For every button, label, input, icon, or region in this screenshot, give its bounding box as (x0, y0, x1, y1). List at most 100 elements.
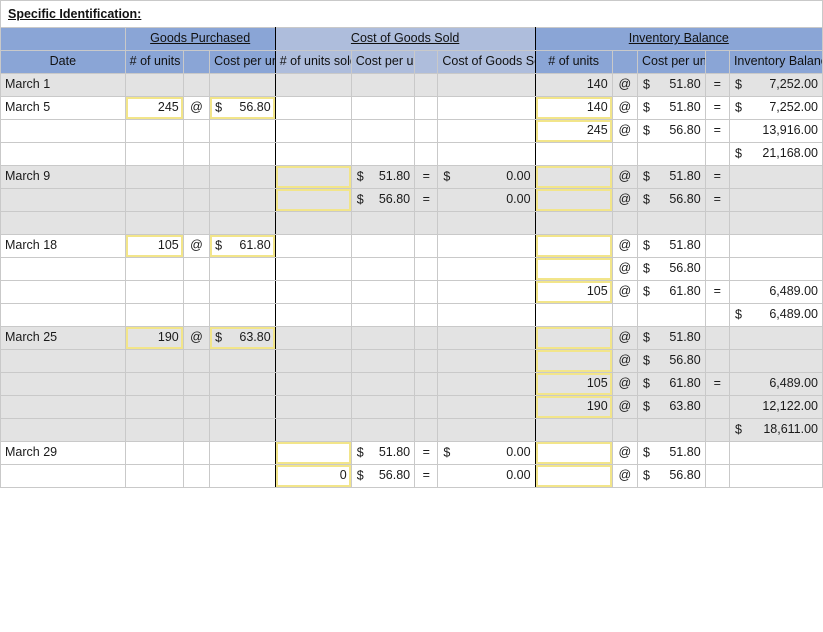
inventory-table: Goods Purchased Cost of Goods Sold Inven… (0, 27, 823, 488)
cell-ib-units[interactable] (534, 257, 613, 281)
cell-gp-cost[interactable] (209, 464, 276, 488)
cell-gp-units[interactable] (124, 280, 184, 304)
cell-cs-units[interactable] (274, 395, 352, 419)
cell-cs-units[interactable] (274, 234, 352, 258)
cell-cs-units[interactable] (274, 280, 352, 304)
cell-gp-cost[interactable] (209, 372, 276, 396)
cell-cs-total (437, 395, 536, 419)
cell-gp-cost[interactable] (209, 303, 276, 327)
cell-cs-eq (414, 349, 439, 373)
cell-cs-units[interactable] (274, 165, 352, 189)
cell-ib-eq (704, 257, 730, 281)
cell-gp-cost[interactable] (209, 73, 276, 97)
cell-gp-units[interactable] (124, 418, 184, 442)
cell-gp-cost[interactable] (209, 395, 276, 419)
cell-ib-units[interactable] (534, 165, 613, 189)
cell-ib-at: @ (611, 119, 639, 143)
cell-gp-cost[interactable] (209, 257, 276, 281)
cell-ib-units[interactable] (534, 211, 613, 235)
cell-ib-units[interactable] (534, 418, 613, 442)
cell-cs-eq (414, 142, 439, 166)
cell-date (0, 142, 126, 166)
cell-cs-units[interactable] (274, 349, 352, 373)
cell-date: March 5 (0, 96, 126, 120)
cell-ib-units[interactable] (534, 303, 613, 327)
header-blank (0, 27, 126, 51)
cell-cs-units[interactable] (274, 418, 352, 442)
cell-ib-eq (704, 441, 730, 465)
col-header-gp-cost: Cost per unit (209, 50, 276, 74)
cell-gp-units[interactable] (124, 372, 184, 396)
cell-ib-at: @ (611, 464, 639, 488)
cell-cs-units[interactable] (274, 257, 352, 281)
cell-gp-at (182, 73, 211, 97)
cell-ib-eq (704, 464, 730, 488)
cell-gp-units[interactable]: 245 (124, 96, 184, 120)
cell-gp-at (182, 464, 211, 488)
cell-ib-units[interactable]: 140 (534, 73, 613, 97)
cell-ib-eq (704, 234, 730, 258)
cell-ib-total (728, 165, 823, 189)
cell-cs-units[interactable] (274, 372, 352, 396)
cell-ib-units[interactable]: 245 (534, 119, 613, 143)
cell-cs-units[interactable] (274, 73, 352, 97)
cell-gp-units[interactable]: 190 (124, 326, 184, 350)
cell-gp-units[interactable] (124, 349, 184, 373)
cell-gp-units[interactable] (124, 441, 184, 465)
cell-gp-cost[interactable]: $61.80 (209, 234, 276, 258)
cell-ib-units[interactable] (534, 441, 613, 465)
cell-gp-cost[interactable] (209, 165, 276, 189)
cell-ib-units[interactable] (534, 349, 613, 373)
cell-gp-cost[interactable] (209, 418, 276, 442)
cell-gp-units[interactable] (124, 165, 184, 189)
cell-cs-units[interactable] (274, 142, 352, 166)
table-row: $6,489.00 (0, 303, 823, 327)
cell-gp-units[interactable] (124, 188, 184, 212)
cell-cs-units[interactable]: 0 (274, 464, 352, 488)
cell-ib-units[interactable] (534, 326, 613, 350)
cell-cs-units[interactable] (274, 303, 352, 327)
cell-gp-units[interactable]: 105 (124, 234, 184, 258)
cell-ib-units[interactable] (534, 142, 613, 166)
cell-cs-units[interactable] (274, 119, 352, 143)
cell-gp-units[interactable] (124, 142, 184, 166)
cell-cs-units[interactable] (274, 188, 352, 212)
cell-gp-cost[interactable]: $63.80 (209, 326, 276, 350)
cell-gp-units[interactable] (124, 211, 184, 235)
cell-ib-units[interactable] (534, 188, 613, 212)
cell-gp-cost[interactable] (209, 142, 276, 166)
cell-ib-units[interactable]: 105 (534, 372, 613, 396)
cell-cs-total (437, 326, 536, 350)
cell-gp-units[interactable] (124, 119, 184, 143)
cell-gp-cost[interactable] (209, 211, 276, 235)
cell-ib-total: $7,252.00 (728, 73, 823, 97)
cell-ib-cost: $51.80 (637, 73, 706, 97)
cell-cs-units[interactable] (274, 326, 352, 350)
cell-gp-cost[interactable] (209, 188, 276, 212)
cell-gp-units[interactable] (124, 257, 184, 281)
cell-ib-units[interactable] (534, 234, 613, 258)
cell-cs-units[interactable] (274, 96, 352, 120)
cell-gp-cost[interactable] (209, 441, 276, 465)
cell-cs-cost: $56.80 (350, 188, 416, 212)
cell-gp-units[interactable] (124, 303, 184, 327)
cell-gp-cost[interactable] (209, 280, 276, 304)
cell-ib-units[interactable]: 140 (534, 96, 613, 120)
cell-cs-units[interactable] (274, 211, 352, 235)
cell-date: March 25 (0, 326, 126, 350)
cell-ib-units[interactable]: 190 (534, 395, 613, 419)
cell-gp-cost[interactable] (209, 349, 276, 373)
cell-gp-units[interactable] (124, 395, 184, 419)
cell-gp-units[interactable] (124, 73, 184, 97)
col-header-cs-cost: Cost per unit (350, 50, 416, 74)
cell-gp-cost[interactable]: $56.80 (209, 96, 276, 120)
cell-ib-units[interactable]: 105 (534, 280, 613, 304)
cell-ib-total (728, 349, 823, 373)
cell-ib-total: $18,611.00 (728, 418, 823, 442)
cell-cs-total (437, 372, 536, 396)
cell-cs-cost: $56.80 (350, 464, 416, 488)
cell-gp-units[interactable] (124, 464, 184, 488)
cell-cs-units[interactable] (274, 441, 352, 465)
cell-ib-units[interactable] (534, 464, 613, 488)
cell-gp-cost[interactable] (209, 119, 276, 143)
